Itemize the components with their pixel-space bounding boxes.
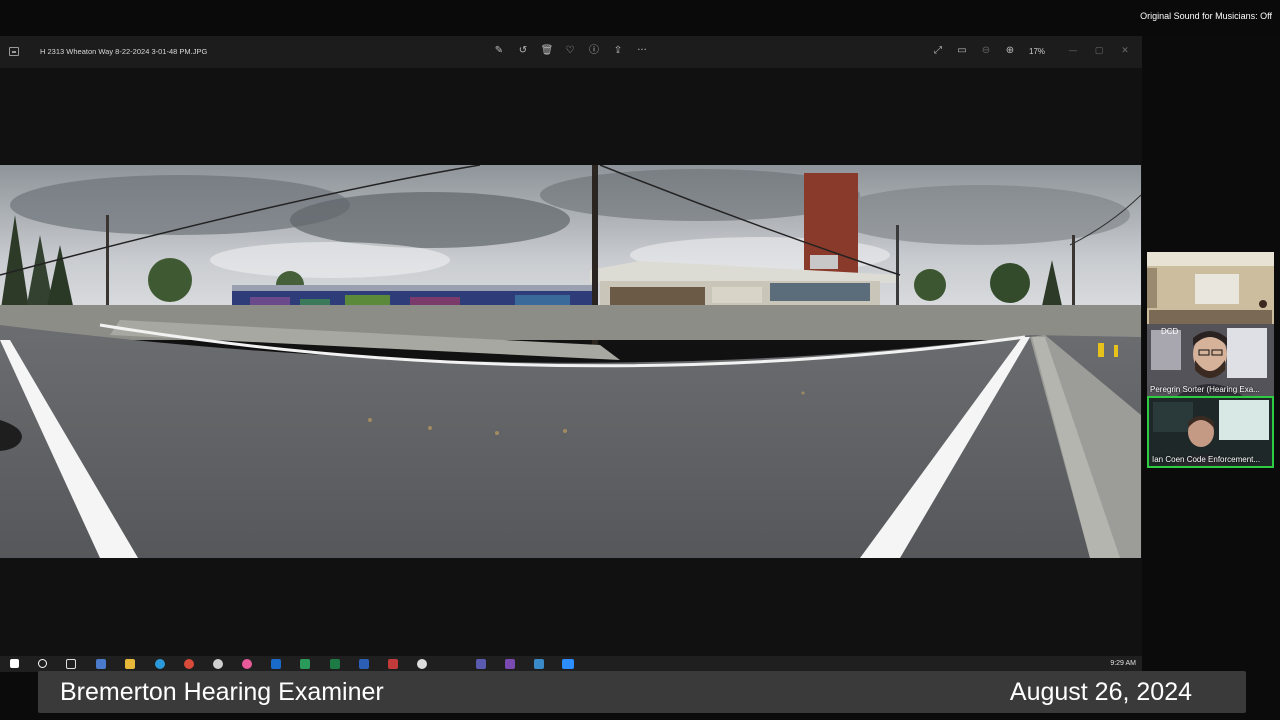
participant-tile-ian-coen[interactable]: Ian Coen Code Enforcement... <box>1147 396 1274 468</box>
zoom-window: Original Sound for Musicians: Off H 2313… <box>0 0 1280 720</box>
zoom-app-icon[interactable] <box>562 659 574 669</box>
close-button[interactable]: ✕ <box>1118 44 1132 58</box>
app-icon[interactable] <box>388 659 398 669</box>
info-icon[interactable]: ⓘ <box>587 44 601 58</box>
rotate-icon[interactable]: ↺ <box>516 44 530 58</box>
edit-icon[interactable]: ✎ <box>492 44 506 58</box>
maximize-button[interactable]: ▢ <box>1092 44 1106 58</box>
more-icon[interactable]: ··· <box>635 44 649 58</box>
windows-start-icon[interactable] <box>10 659 19 668</box>
participant-tile-peregrin-sorter[interactable]: DCD Peregrin Sorter (Hearing Exa... <box>1147 324 1274 396</box>
app-icon[interactable] <box>505 659 515 669</box>
image-file-icon <box>9 47 19 56</box>
task-view-icon[interactable] <box>66 659 76 669</box>
room-video <box>1147 252 1274 324</box>
taskbar-clock: 9:29 AM <box>1110 660 1136 667</box>
search-icon[interactable] <box>38 659 47 668</box>
meeting-date: August 26, 2024 <box>1009 678 1192 706</box>
photo-viewer-toolbar: H 2313 Wheaton Way 8-22-2024 3-01-48 PM.… <box>0 36 1142 68</box>
app-icon[interactable] <box>300 659 310 669</box>
app-icon[interactable] <box>534 659 544 669</box>
minimize-button[interactable]: — <box>1066 44 1080 58</box>
edge-icon[interactable] <box>155 659 165 669</box>
zoom-in-icon[interactable]: ⊕ <box>1003 44 1017 58</box>
zoom-out-icon[interactable]: ⊖ <box>979 44 993 58</box>
shared-screen: H 2313 Wheaton Way 8-22-2024 3-01-48 PM.… <box>0 36 1142 672</box>
app-icon[interactable] <box>213 659 223 669</box>
app-icon[interactable] <box>242 659 252 669</box>
word-icon[interactable] <box>359 659 369 669</box>
file-explorer-icon[interactable] <box>125 659 135 669</box>
delete-icon[interactable]: 🗑 <box>540 44 554 58</box>
share-icon[interactable]: ⇪ <box>611 44 625 58</box>
participant-name: Ian Coen Code Enforcement... <box>1152 455 1261 464</box>
original-sound-status[interactable]: Original Sound for Musicians: Off <box>1140 11 1272 21</box>
file-name: H 2313 Wheaton Way 8-22-2024 3-01-48 PM.… <box>40 47 208 56</box>
zoom-top-bar: Original Sound for Musicians: Off <box>0 0 1280 36</box>
fullscreen-icon[interactable]: ⤢ <box>931 44 945 58</box>
app-icon[interactable] <box>96 659 106 669</box>
street-photo-image <box>0 165 1141 558</box>
app-icon[interactable] <box>417 659 427 669</box>
favorite-icon[interactable]: ♡ <box>563 44 577 58</box>
participant-tag: DCD <box>1161 327 1179 336</box>
photo-canvas <box>0 68 1142 656</box>
meeting-title: Bremerton Hearing Examiner <box>60 678 384 706</box>
teams-icon[interactable] <box>476 659 486 669</box>
windows-taskbar: 9:29 AM <box>0 656 1142 672</box>
outlook-icon[interactable] <box>271 659 281 669</box>
slideshow-icon[interactable]: ▭ <box>955 44 969 58</box>
meeting-caption-bar: Bremerton Hearing Examiner August 26, 20… <box>38 671 1246 713</box>
participant-tile-room[interactable] <box>1147 252 1274 324</box>
participant-name: Peregrin Sorter (Hearing Exa... <box>1150 385 1260 394</box>
street-photo <box>0 165 1141 558</box>
excel-icon[interactable] <box>330 659 340 669</box>
chrome-icon[interactable] <box>184 659 194 669</box>
zoom-level[interactable]: 17% <box>1029 47 1045 56</box>
